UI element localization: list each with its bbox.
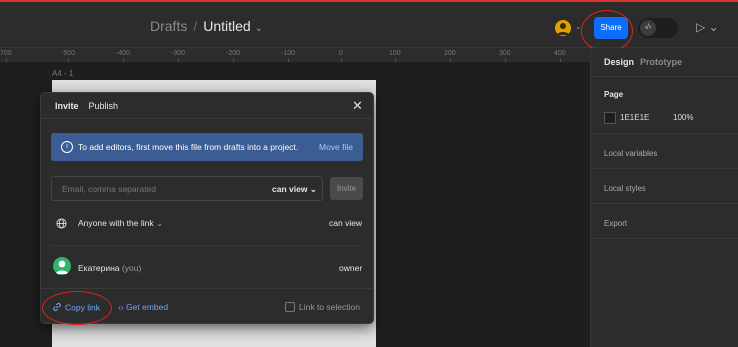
export-section[interactable]: Export — [604, 219, 627, 228]
info-icon: i — [61, 141, 73, 153]
tab-design[interactable]: Design — [604, 57, 634, 67]
breadcrumb-separator: / — [193, 18, 198, 34]
tab-invite[interactable]: Invite — [55, 101, 79, 111]
page-section-title: Page — [604, 90, 624, 99]
ruler-tick: -500 — [61, 50, 76, 63]
frame-label[interactable]: A4 - 1 — [52, 69, 73, 78]
divider — [51, 245, 363, 246]
globe-icon — [56, 216, 67, 229]
divider — [591, 203, 738, 204]
invite-button[interactable]: Invite — [330, 177, 363, 200]
invite-permission-dropdown[interactable]: can view ⌄ — [272, 184, 317, 195]
link-to-selection-checkbox[interactable] — [285, 302, 295, 312]
get-embed-button[interactable]: ‹› Get embed — [118, 302, 168, 312]
divider — [591, 238, 738, 239]
ruler-tick: -400 — [116, 50, 131, 63]
ruler-tick: 400 — [554, 50, 566, 63]
link-to-selection-label[interactable]: Link to selection — [299, 302, 360, 312]
share-dialog — [40, 92, 374, 324]
divider — [41, 118, 373, 119]
collaborator-role: owner — [339, 263, 363, 273]
divider — [591, 133, 738, 134]
chevron-down-icon: ⌄ — [155, 218, 164, 228]
divider — [591, 76, 738, 77]
page-color-swatch[interactable] — [604, 112, 616, 124]
link-access-dropdown[interactable]: Anyone with the link ⌄ — [78, 218, 163, 229]
email-placeholder: Email, comma separated — [62, 184, 157, 194]
collaborator-name: Екатерина (you) — [78, 263, 141, 273]
avatar — [53, 257, 71, 275]
divider — [591, 168, 738, 169]
ruler-tick: 0 — [339, 50, 343, 63]
info-banner-text: To add editors, first move this file fro… — [78, 142, 299, 152]
local-variables[interactable]: Local variables — [604, 149, 657, 158]
close-icon[interactable]: ✕ — [352, 98, 363, 114]
you-tag: (you) — [121, 263, 142, 273]
breadcrumb-drafts[interactable]: Drafts — [150, 18, 187, 34]
ruler-tick: -300 — [171, 50, 186, 63]
ruler-tick: -100 — [281, 50, 296, 63]
annotation-circle — [42, 291, 112, 325]
code-icon: ‹/› — [640, 20, 656, 36]
code-icon: ‹› — [118, 302, 124, 312]
get-embed-label: Get embed — [126, 302, 169, 312]
tab-publish[interactable]: Publish — [89, 101, 119, 111]
local-styles[interactable]: Local styles — [604, 184, 646, 193]
ruler-tick: -200 — [226, 50, 241, 63]
chevron-down-icon[interactable]: ⌄ — [255, 23, 263, 34]
file-title[interactable]: Untitled — [203, 18, 250, 34]
page-color-value[interactable]: 1E1E1E — [620, 113, 649, 122]
user-name: Екатерина — [78, 263, 120, 273]
tab-prototype[interactable]: Prototype — [640, 57, 682, 67]
link-permission-dropdown[interactable]: can view — [329, 218, 362, 228]
ruler-tick: 100 — [389, 50, 401, 63]
link-access-label: Anyone with the link — [78, 218, 154, 228]
annotation-circle — [581, 10, 633, 52]
share-dialog-tabs: Invite Publish — [55, 101, 118, 111]
breadcrumb: Drafts / Untitled ⌄ — [150, 18, 263, 34]
ruler-tick: 200 — [444, 50, 456, 63]
ruler-tick: 700 — [0, 50, 12, 63]
divider — [41, 288, 373, 289]
move-file-link[interactable]: Move file — [319, 142, 353, 152]
user-avatar[interactable] — [555, 20, 571, 36]
panel-tabs: Design Prototype — [604, 57, 682, 67]
present-play-icon[interactable]: ▷ ⌄ — [696, 20, 719, 34]
horizontal-ruler: 700 -500 -400 -300 -200 -100 0 100 200 3… — [0, 48, 590, 63]
page-opacity-value[interactable]: 100% — [673, 113, 693, 122]
ruler-tick: 300 — [499, 50, 511, 63]
